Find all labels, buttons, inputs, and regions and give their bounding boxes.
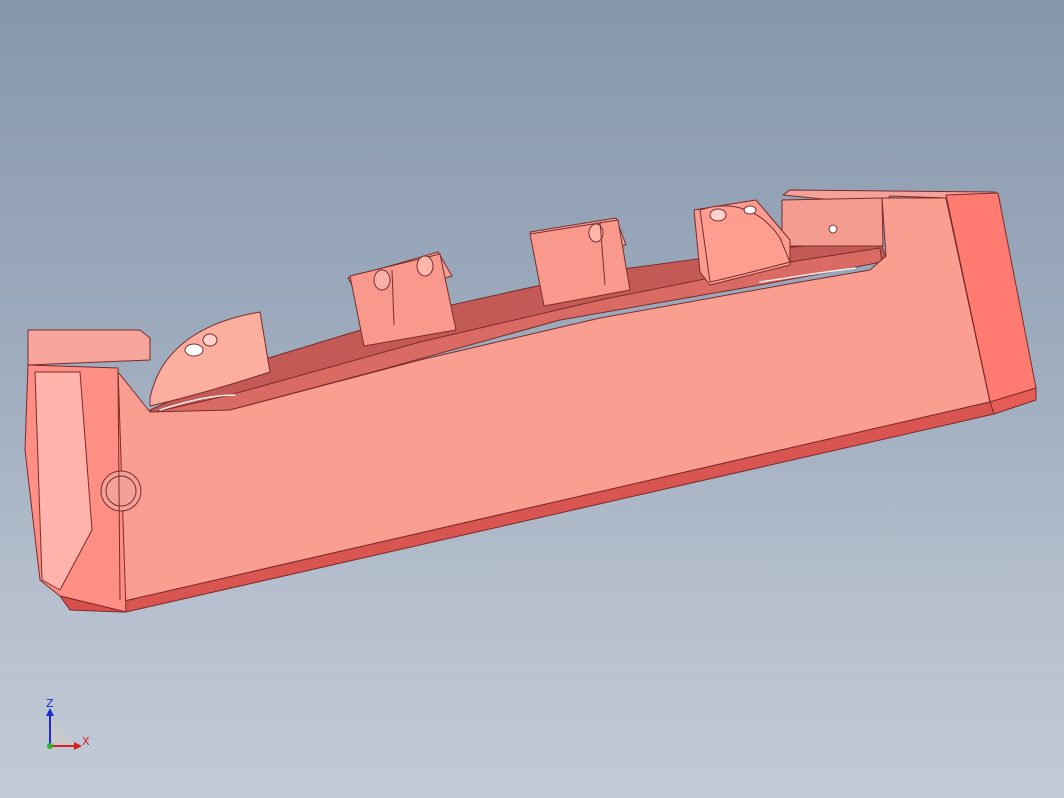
pin-hole bbox=[828, 224, 838, 234]
triad-plane bbox=[50, 718, 78, 746]
side-hole bbox=[100, 470, 142, 512]
right-block-front bbox=[781, 197, 884, 247]
cad-viewport[interactable]: Z X bbox=[0, 0, 1064, 798]
x-arrow bbox=[74, 742, 82, 750]
dome-hole-3 bbox=[709, 208, 727, 222]
z-axis-label: Z bbox=[46, 697, 54, 710]
tab-front-2 bbox=[529, 219, 631, 307]
dome-hole-4 bbox=[743, 205, 757, 215]
dome-hole-1 bbox=[184, 343, 204, 357]
dome-hole-2 bbox=[202, 333, 218, 347]
y-axis-dot bbox=[47, 743, 53, 749]
tab-hole-1 bbox=[373, 269, 391, 291]
tab-front-1 bbox=[349, 253, 457, 347]
tab-hole-1b bbox=[416, 255, 434, 277]
x-axis-label: X bbox=[82, 735, 90, 748]
left-block-top bbox=[27, 329, 151, 366]
3d-model-part[interactable] bbox=[0, 0, 1064, 798]
axis-triad: Z X bbox=[38, 696, 98, 756]
